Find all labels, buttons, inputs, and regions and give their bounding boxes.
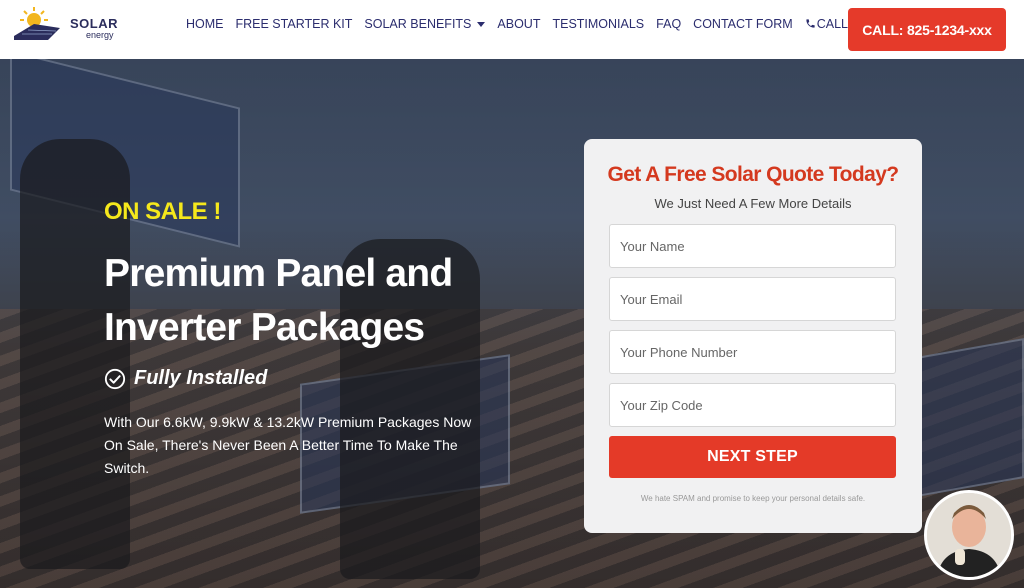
spam-note: We hate SPAM and promise to keep your pe… [640, 494, 866, 503]
chevron-down-icon [477, 22, 486, 28]
video-avatar-bubble[interactable] [924, 490, 1014, 580]
form-title: Get A Free Solar Quote Today? [607, 163, 899, 186]
zip-code-field[interactable] [609, 383, 896, 427]
quote-form: Get A Free Solar Quote Today? We Just Ne… [584, 139, 922, 533]
phone-field[interactable] [609, 330, 896, 374]
fully-installed-label: Fully Installed [134, 367, 268, 389]
main-nav: HOME FREE STARTER KIT SOLAR BENEFITS ABO… [186, 16, 918, 32]
fully-installed-feature: Fully Installed [104, 367, 267, 390]
nav-contact-form[interactable]: CONTACT FORM [693, 16, 793, 32]
nav-solar-benefits[interactable]: SOLAR BENEFITS [364, 16, 486, 32]
call-button[interactable]: CALL: 825-1234-xxx [848, 8, 1006, 51]
nav-faq[interactable]: FAQ [656, 16, 681, 32]
email-field[interactable] [609, 277, 896, 321]
logo-text: SOLAR [70, 16, 118, 31]
site-header: SOLAR energy HOME FREE STARTER KIT SOLAR… [0, 0, 1024, 59]
logo[interactable]: SOLAR energy [12, 6, 122, 42]
hero-section: ON SALE ! Premium Panel and Inverter Pac… [0, 59, 1024, 588]
hero-title: Premium Panel and Inverter Packages [104, 252, 453, 349]
logo-subtext: energy [86, 30, 114, 40]
nav-free-starter-kit[interactable]: FREE STARTER KIT [236, 16, 353, 32]
nav-solar-benefits-label: SOLAR BENEFITS [364, 17, 472, 31]
hero-description: With Our 6.6kW, 9.9kW & 13.2kW Premium P… [104, 414, 472, 476]
nav-testimonials[interactable]: TESTIMONIALS [552, 16, 644, 32]
solar-logo-icon [14, 7, 60, 40]
nav-about[interactable]: ABOUT [497, 16, 540, 32]
phone-icon [806, 19, 815, 28]
check-circle-icon [104, 368, 126, 389]
name-field[interactable] [609, 224, 896, 268]
form-subtitle: We Just Need A Few More Details [654, 196, 852, 211]
next-step-button[interactable]: NEXT STEP [609, 436, 896, 478]
on-sale-badge: ON SALE ! [104, 198, 221, 225]
avatar [927, 493, 1011, 577]
nav-home[interactable]: HOME [186, 16, 224, 32]
